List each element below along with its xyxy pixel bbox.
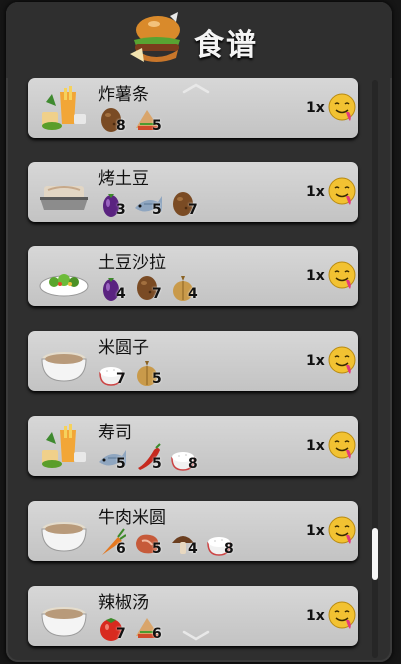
ingredient: 7 [168, 188, 202, 222]
ingredient-qty: 8 [116, 118, 126, 134]
ingredient: 5 [132, 527, 166, 561]
ingredient-qty: 7 [188, 202, 198, 218]
drooling-face-icon [328, 516, 356, 544]
ingredient: 8 [96, 104, 130, 138]
ingredient-qty: 4 [188, 286, 198, 302]
scroll-up-icon[interactable] [181, 82, 211, 94]
drooling-face-icon [328, 346, 356, 374]
ingredient: 4 [168, 272, 202, 306]
recipe-card[interactable]: 牛肉米圆 6 5 4 8 1x [28, 501, 358, 561]
ingredient: 8 [204, 527, 238, 561]
multiplier-label: 1x [306, 438, 325, 454]
recipe-name: 牛肉米圆 [98, 508, 166, 528]
ingredient-qty: 7 [116, 626, 126, 642]
multiplier-label: 1x [306, 100, 325, 116]
baking-tray-icon [40, 186, 88, 210]
ingredient-qty: 7 [116, 371, 126, 387]
ingredient-qty: 5 [152, 118, 162, 134]
bowl-icon [41, 607, 87, 637]
ingredient: 8 [168, 442, 202, 476]
recipe-name: 烤土豆 [98, 169, 149, 189]
drooling-face-icon [328, 431, 356, 459]
ingredient-qty: 6 [152, 626, 162, 642]
ingredient: 5 [132, 104, 166, 138]
ingredient-qty: 6 [116, 541, 126, 557]
recipe-card[interactable]: 米圆子 7 5 1x [28, 331, 358, 391]
drooling-face-icon [328, 261, 356, 289]
multiplier-label: 1x [306, 353, 325, 369]
recipe-name: 米圆子 [98, 338, 149, 358]
fries-plate-icon [42, 424, 86, 468]
ingredient: 4 [96, 272, 130, 306]
ingredient-qty: 4 [188, 541, 198, 557]
scroll-down-icon[interactable] [181, 629, 211, 641]
ingredient: 6 [96, 527, 130, 561]
recipe-panel: 炸薯条 8 5 1x 烤土豆 3 5 7 1x 土豆沙拉 4 7 4 1x 米圆子 7 5 1x 寿司 5 5 8 1x 牛肉… [6, 2, 392, 662]
bowl-icon [41, 522, 87, 552]
ingredient-qty: 3 [116, 202, 126, 218]
ingredient-qty: 5 [116, 456, 126, 472]
ingredient: 7 [96, 357, 130, 391]
ingredient-qty: 5 [152, 541, 162, 557]
ingredient: 3 [96, 188, 130, 222]
multiplier-label: 1x [306, 268, 325, 284]
recipe-name: 辣椒汤 [98, 593, 149, 613]
ingredient: 7 [132, 272, 166, 306]
drooling-face-icon [328, 93, 356, 121]
recipe-name: 寿司 [98, 423, 132, 443]
drooling-face-icon [328, 601, 356, 629]
ingredient: 5 [132, 188, 166, 222]
drooling-face-icon [328, 177, 356, 205]
recipe-name: 炸薯条 [98, 85, 149, 105]
recipe-card[interactable]: 土豆沙拉 4 7 4 1x [28, 246, 358, 306]
ingredient-qty: 8 [188, 456, 198, 472]
recipe-card[interactable]: 寿司 5 5 8 1x [28, 416, 358, 476]
ingredient-qty: 7 [152, 286, 162, 302]
page-title: 食谱 [194, 28, 258, 63]
multiplier-label: 1x [306, 184, 325, 200]
fries-plate-icon [42, 86, 86, 130]
ingredient-qty: 5 [152, 456, 162, 472]
ingredient-qty: 4 [116, 286, 126, 302]
recipe-name: 土豆沙拉 [98, 253, 166, 273]
bowl-icon [41, 352, 87, 382]
burger-icon [130, 12, 180, 62]
ingredient: 5 [132, 442, 166, 476]
ingredient-qty: 5 [152, 371, 162, 387]
ingredient-qty: 5 [152, 202, 162, 218]
recipe-list[interactable]: 炸薯条 8 5 1x 烤土豆 3 5 7 1x 土豆沙拉 4 7 4 1x 米圆子 7 5 1x 寿司 5 5 8 1x 牛肉… [6, 78, 392, 662]
ingredient: 6 [132, 612, 166, 646]
ingredient-qty: 8 [224, 541, 234, 557]
multiplier-label: 1x [306, 608, 325, 624]
ingredient: 5 [96, 442, 130, 476]
ingredient: 5 [132, 357, 166, 391]
multiplier-label: 1x [306, 523, 325, 539]
ingredient: 4 [168, 527, 202, 561]
ingredient: 7 [96, 612, 130, 646]
salad-plate-icon [39, 274, 89, 297]
scrollbar-thumb[interactable] [372, 528, 378, 580]
recipe-card[interactable]: 烤土豆 3 5 7 1x [28, 162, 358, 222]
header: 食谱 [6, 2, 392, 74]
